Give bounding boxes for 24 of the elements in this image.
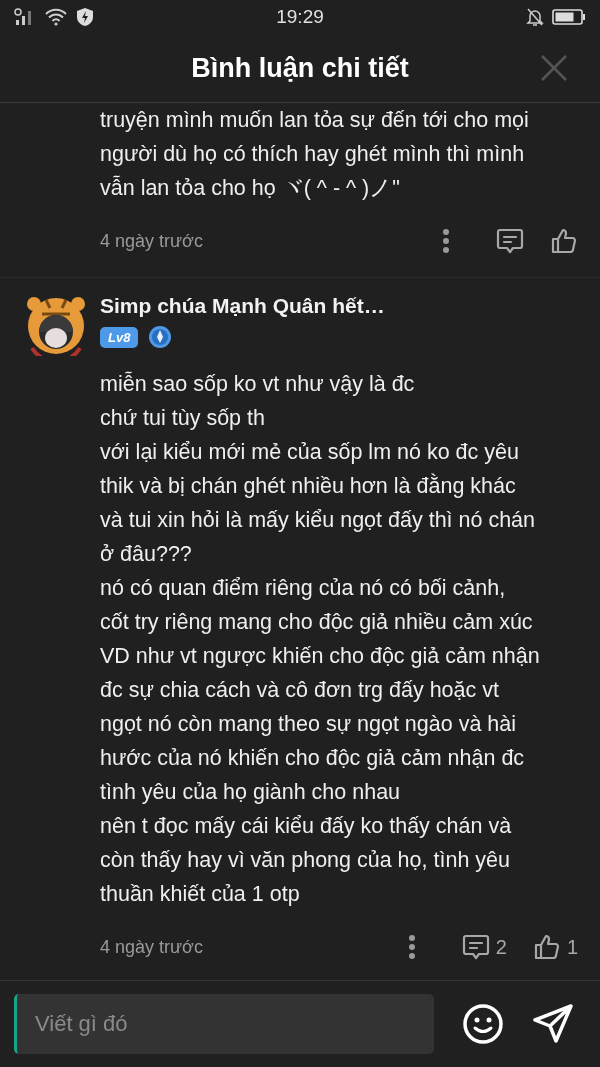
more-icon[interactable] <box>407 934 416 960</box>
comment-input[interactable]: Viết gì đó <box>14 994 434 1054</box>
thumbs-up-icon[interactable] <box>532 933 561 961</box>
comment-text: miễn sao sốp ko vt như vậy là đc chứ tui tùy sốp th với lại kiểu mới mẻ của sốp lm nó ko đc yêu thik và bị chán ghét nhiều hơn là đằng khác và tui xin hỏi là mấy kiểu ngọt đấy thì nó chán ở đâu??? nó có quan điểm riêng của nó có bối cảnh, cốt try riêng mang cho độc giả nhiều cảm xúc VD như vt ngược khiến cho độc giả cảm nhận đc sự chia cách và cô đơn trg đấy hoặc vt ngọt nó còn mang theo sự ngọt ngào và hài hước của nó khiến cho độc giả cảm nhận đc tình yêu của họ giành cho nhau nên t đọc mấy cái kiểu đấy ko thấy chán và còn thấy hay vì văn phong của họ, tình yêu thuần khiết của 1 otp <box>100 370 541 908</box>
comment-text: truyện mình muốn lan tỏa sự đến tới cho mọi người dù họ có thích hay ghét mình thì mình vẫn lan tỏa cho họ ヾ( ^ - ^ )ノ" <box>100 107 530 202</box>
author-name[interactable]: Simp chúa Mạnh Quân hết… <box>100 294 578 318</box>
reply-count: 2 <box>495 935 507 959</box>
thumbs-up-icon[interactable] <box>550 227 578 255</box>
send-button[interactable] <box>532 1003 574 1045</box>
shield-icon <box>76 7 94 27</box>
muted-bell-icon <box>526 7 544 27</box>
more-icon[interactable] <box>442 228 450 254</box>
emoji-button[interactable] <box>462 1003 504 1045</box>
wifi-icon <box>44 8 68 26</box>
status-time: 19:29 <box>276 6 324 28</box>
battery-icon <box>552 8 586 26</box>
comment-icon[interactable] <box>461 933 490 961</box>
like-count: 1 <box>566 935 578 959</box>
timestamp: 4 ngày trước <box>100 936 204 958</box>
page-title: Bình luận chi tiết <box>191 52 409 84</box>
timestamp: 4 ngày trước <box>100 230 204 252</box>
verified-badge-icon <box>148 325 173 349</box>
comment-icon[interactable] <box>496 227 524 255</box>
level-badge: Lv8 <box>100 326 139 348</box>
